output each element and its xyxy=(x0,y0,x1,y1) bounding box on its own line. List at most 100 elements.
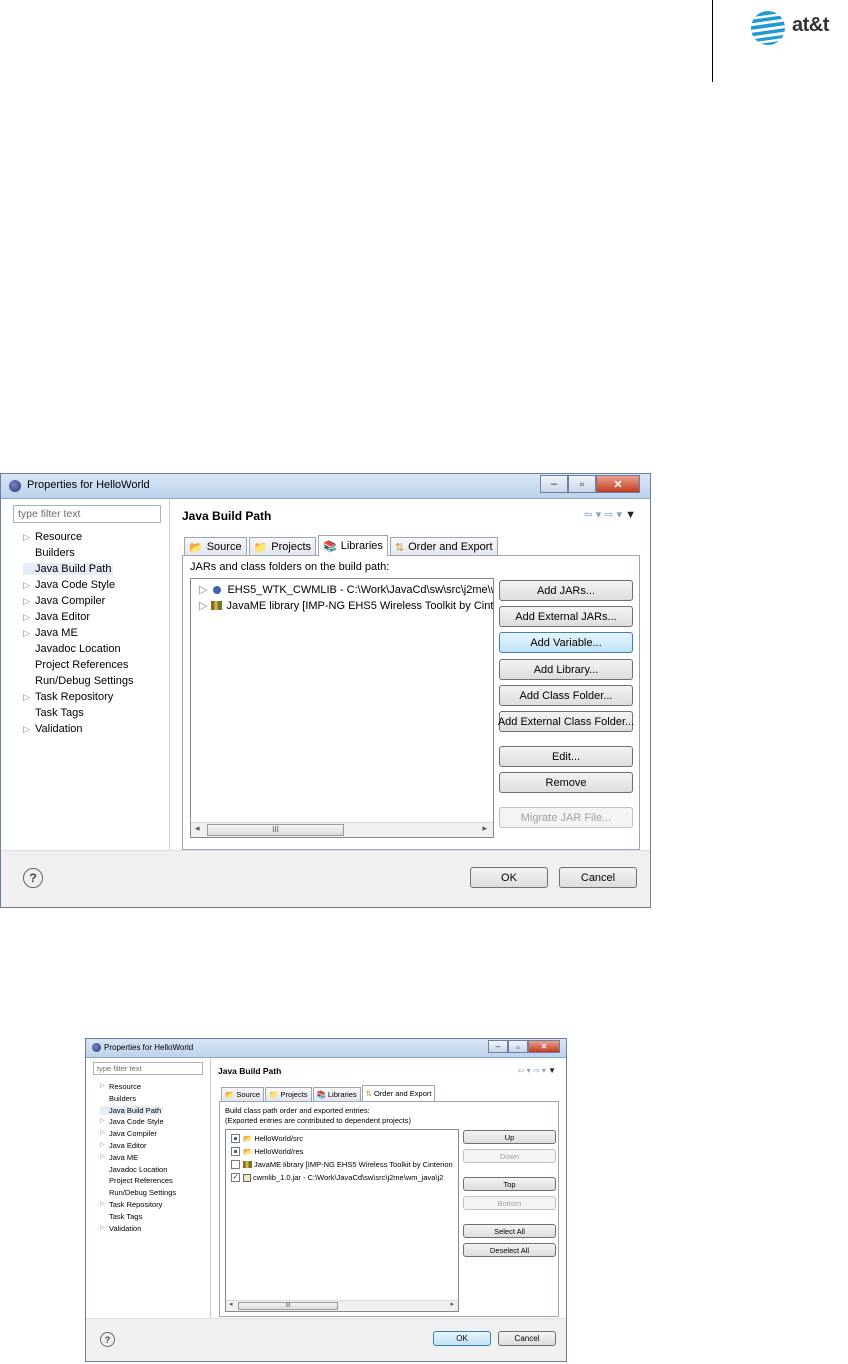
expand-arrow-icon[interactable]: ▷ xyxy=(100,1152,105,1164)
tree-item[interactable]: ▷ Java Code Style xyxy=(100,1116,176,1128)
expand-arrow-icon[interactable]: ▷ xyxy=(100,1081,105,1093)
export-checkbox[interactable] xyxy=(231,1147,240,1156)
list-item[interactable]: 📂 HelloWorld/src xyxy=(231,1134,303,1143)
tab-source[interactable]: 📂 Source xyxy=(221,1087,265,1101)
view-menu-icon[interactable]: ▼ xyxy=(625,509,636,521)
tree-item[interactable]: ▷ Java Compiler xyxy=(23,593,133,609)
expand-arrow-icon[interactable]: ▷ xyxy=(23,609,30,625)
back-arrow-icon[interactable]: ⇦ ▾ xyxy=(518,1066,531,1075)
tree-item[interactable]: Builders xyxy=(100,1093,176,1105)
add-class-folder-button[interactable]: Add Class Folder... xyxy=(499,685,633,706)
add-variable-button[interactable]: Add Variable... xyxy=(499,632,633,653)
expand-arrow-icon[interactable]: ▷ xyxy=(100,1199,105,1211)
ok-button[interactable]: OK xyxy=(433,1331,491,1346)
export-checkbox[interactable] xyxy=(231,1160,240,1169)
expand-arrow-icon[interactable]: ▷ xyxy=(100,1128,105,1140)
tree-item[interactable]: Run/Debug Settings xyxy=(100,1187,176,1199)
scroll-right-icon[interactable]: ▸ xyxy=(450,1300,454,1308)
close-button[interactable]: ✕ xyxy=(596,475,640,493)
list-item[interactable]: ✓ cwmlib_1.0.jar - C:\Work\JavaCd\sw\src… xyxy=(231,1173,443,1182)
add-external-class-folder-button[interactable]: Add External Class Folder... xyxy=(498,711,634,732)
expand-arrow-icon[interactable]: ▷ xyxy=(100,1116,105,1128)
maximize-button[interactable]: ▫ xyxy=(568,475,596,493)
scroll-left-icon[interactable]: ◂ xyxy=(229,1300,233,1308)
expand-arrow-icon[interactable]: ▷ xyxy=(23,577,30,593)
add-jars-button[interactable]: Add JARs... xyxy=(499,580,633,601)
expand-arrow-icon[interactable]: ▷ xyxy=(199,599,207,612)
tree-item[interactable]: Javadoc Location xyxy=(23,641,133,657)
dialog-titlebar[interactable]: Properties for HelloWorld – ▫ ✕ xyxy=(86,1039,566,1058)
horizontal-scrollbar[interactable]: ◂ III ▸ xyxy=(191,822,493,837)
tree-item[interactable]: ▷ Java ME xyxy=(100,1152,176,1164)
view-menu-icon[interactable]: ▼ xyxy=(548,1066,556,1075)
expand-arrow-icon[interactable]: ▷ xyxy=(23,593,30,609)
scroll-thumb[interactable]: III xyxy=(207,824,344,836)
list-item[interactable]: ▷ JavaME library [IMP-NG EHS5 Wireless T… xyxy=(199,599,493,613)
tree-item[interactable]: ▷ Resource xyxy=(100,1081,176,1093)
up-button[interactable]: Up xyxy=(463,1130,556,1144)
list-item[interactable]: JavaME library [IMP-NG EHS5 Wireless Too… xyxy=(231,1160,453,1169)
tree-item[interactable]: ▷ Java Code Style xyxy=(23,577,133,593)
help-icon[interactable]: ? xyxy=(23,868,43,888)
tree-item[interactable]: ▷ Validation xyxy=(100,1223,176,1235)
tree-item[interactable]: Java Build Path xyxy=(100,1105,176,1117)
tab-projects[interactable]: 📁 Projects xyxy=(248,537,317,556)
tree-item[interactable]: Task Tags xyxy=(23,705,133,721)
tree-item[interactable]: ▷ Java Compiler xyxy=(100,1128,176,1140)
tree-item[interactable]: ▷ Task Repository xyxy=(23,689,133,705)
scroll-thumb[interactable]: III xyxy=(238,1302,338,1310)
library-list[interactable]: ▷ EHS5_WTK_CWMLIB - C:\Work\JavaCd\sw\sr… xyxy=(190,578,494,838)
list-item[interactable]: 📂 HelloWorld/res xyxy=(231,1147,303,1156)
export-checkbox[interactable] xyxy=(231,1134,240,1143)
tree-item[interactable]: ▷ Java Editor xyxy=(100,1140,176,1152)
tree-item[interactable]: ▷ Resource xyxy=(23,529,133,545)
forward-arrow-icon[interactable]: ⇨ ▾ xyxy=(533,1066,546,1075)
minimize-button[interactable]: – xyxy=(488,1040,508,1053)
expand-arrow-icon[interactable]: ▷ xyxy=(23,689,30,705)
forward-arrow-icon[interactable]: ⇨ ▾ xyxy=(604,509,622,521)
back-arrow-icon[interactable]: ⇦ ▾ xyxy=(583,509,601,521)
expand-arrow-icon[interactable]: ▷ xyxy=(100,1223,105,1235)
tree-item[interactable]: Task Tags xyxy=(100,1211,176,1223)
close-button[interactable]: ✕ xyxy=(528,1040,560,1053)
scroll-right-icon[interactable]: ▸ xyxy=(482,823,487,834)
help-icon[interactable]: ? xyxy=(100,1332,115,1347)
ok-button[interactable]: OK xyxy=(470,867,548,888)
tab-projects[interactable]: 📁 Projects xyxy=(265,1087,312,1101)
cancel-button[interactable]: Cancel xyxy=(498,1331,556,1346)
list-item[interactable]: ▷ EHS5_WTK_CWMLIB - C:\Work\JavaCd\sw\sr… xyxy=(199,583,493,597)
top-button[interactable]: Top xyxy=(463,1177,556,1191)
cancel-button[interactable]: Cancel xyxy=(559,867,637,888)
tree-item[interactable]: ▷ Java ME xyxy=(23,625,133,641)
tree-item[interactable]: ▷ Java Editor xyxy=(23,609,133,625)
scroll-left-icon[interactable]: ◂ xyxy=(195,823,200,834)
dialog-titlebar[interactable]: Properties for HelloWorld – ▫ ✕ xyxy=(1,474,650,499)
tab-order-export[interactable]: ⇅ Order and Export xyxy=(361,1085,436,1101)
tree-item[interactable]: Javadoc Location xyxy=(100,1164,176,1176)
page-nav-arrows[interactable]: ⇦ ▾ ⇨ ▾ ▼ xyxy=(518,1066,556,1075)
tab-order-export[interactable]: ⇅ Order and Export xyxy=(389,537,498,556)
tree-item[interactable]: Java Build Path xyxy=(23,561,133,577)
add-external-jars-button[interactable]: Add External JARs... xyxy=(499,606,633,627)
minimize-button[interactable]: – xyxy=(540,475,568,493)
tree-item[interactable]: Builders xyxy=(23,545,133,561)
expand-arrow-icon[interactable]: ▷ xyxy=(23,625,30,641)
expand-arrow-icon[interactable]: ▷ xyxy=(23,529,30,545)
deselect-all-button[interactable]: Deselect All xyxy=(463,1243,556,1257)
order-list[interactable]: 📂 HelloWorld/src 📂 HelloWorld/res JavaME… xyxy=(225,1129,459,1312)
add-library-button[interactable]: Add Library... xyxy=(499,659,633,680)
page-nav-arrows[interactable]: ⇦ ▾ ⇨ ▾ ▼ xyxy=(583,508,636,521)
tree-item[interactable]: Project References xyxy=(100,1175,176,1187)
tree-item[interactable]: Project References xyxy=(23,657,133,673)
expand-arrow-icon[interactable]: ▷ xyxy=(23,721,30,737)
filter-input[interactable]: type filter text xyxy=(13,505,161,523)
horizontal-scrollbar[interactable]: ◂ III ▸ xyxy=(226,1300,458,1311)
tab-libraries[interactable]: 📚 Libraries xyxy=(312,1087,361,1101)
remove-button[interactable]: Remove xyxy=(499,772,633,793)
filter-input[interactable]: type filter text xyxy=(93,1062,203,1075)
maximize-button[interactable]: ▫ xyxy=(508,1040,528,1053)
expand-arrow-icon[interactable]: ▷ xyxy=(100,1140,105,1152)
tab-libraries[interactable]: 📚 Libraries xyxy=(318,535,388,556)
tree-item[interactable]: ▷ Task Repository xyxy=(100,1199,176,1211)
tree-item[interactable]: Run/Debug Settings xyxy=(23,673,133,689)
